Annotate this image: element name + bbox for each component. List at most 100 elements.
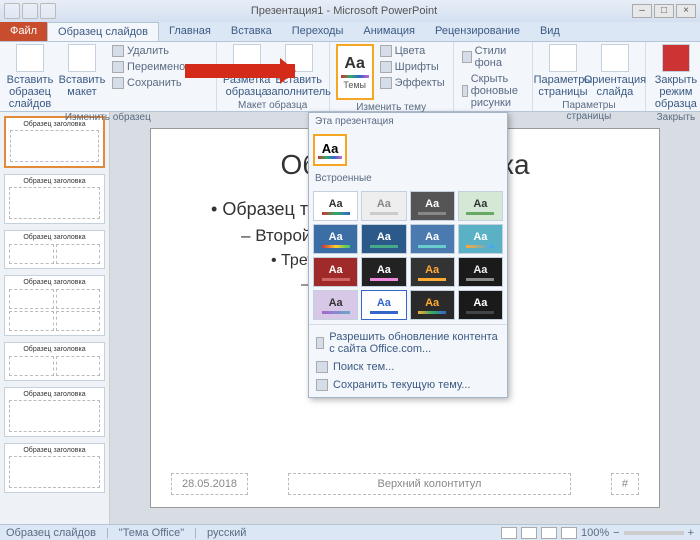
zoom-in-button[interactable]: + — [688, 527, 694, 539]
group-background: Стили фона Скрыть фоновые рисунки Фон — [454, 42, 533, 111]
page-setup-icon — [549, 44, 577, 72]
zoom-slider[interactable] — [624, 531, 684, 535]
delete-button[interactable]: Удалить — [110, 44, 210, 58]
theme-item[interactable]: Aa — [313, 257, 358, 287]
theme-item[interactable]: Aa — [361, 191, 406, 221]
hide-bg-graphics-checkbox[interactable]: Скрыть фоновые рисунки — [460, 72, 526, 110]
colors-button[interactable]: Цвета — [378, 44, 447, 58]
rename-icon — [112, 61, 124, 73]
enable-office-content-action[interactable]: Разрешить обновление контента с сайта Of… — [312, 328, 504, 358]
slide-orientation-button[interactable]: Ориентация слайда — [591, 44, 639, 98]
group-page-setup: Параметры страницы Ориентация слайда Пар… — [533, 42, 646, 111]
zoom-level[interactable]: 100% — [581, 527, 609, 539]
layout-thumbnail[interactable]: Образец заголовка — [4, 387, 105, 437]
save-theme-icon — [316, 379, 328, 391]
ribbon-tabs: Файл Образец слайдов Главная Вставка Пер… — [0, 22, 700, 42]
save-icon[interactable] — [4, 3, 20, 19]
reading-view-button[interactable] — [541, 527, 557, 539]
browse-themes-action[interactable]: Поиск тем... — [312, 358, 504, 376]
close-master-icon — [662, 44, 690, 72]
layout-icon — [68, 44, 96, 72]
status-view-mode: Образец слайдов — [6, 527, 96, 539]
theme-item[interactable]: Aa — [361, 257, 406, 287]
ribbon: Вставить образец слайдов Вставить макет … — [0, 42, 700, 112]
themes-button[interactable]: Aa Темы — [336, 44, 374, 100]
themes-grid: Aa Aa Aa Aa Aa Aa Aa Aa Aa Aa Aa Aa Aa A… — [309, 187, 507, 324]
tab-animation[interactable]: Анимация — [353, 22, 425, 41]
theme-item[interactable]: Aa — [410, 290, 455, 320]
colors-icon — [380, 45, 392, 57]
close-master-view-button[interactable]: Закрыть режим образца — [652, 44, 700, 110]
status-bar: Образец слайдов| "Тема Office"| русский … — [0, 524, 700, 540]
page-setup-button[interactable]: Параметры страницы — [539, 44, 587, 98]
theme-item[interactable]: Aa — [361, 290, 406, 320]
slide-number-placeholder[interactable]: # — [611, 473, 639, 495]
dropdown-section-current: Эта презентация — [309, 113, 507, 130]
office-icon — [316, 337, 324, 349]
fonts-button[interactable]: Шрифты — [378, 60, 447, 74]
dropdown-actions: Разрешить обновление контента с сайта Of… — [309, 324, 507, 397]
tab-transitions[interactable]: Переходы — [282, 22, 354, 41]
redo-icon[interactable] — [40, 3, 56, 19]
normal-view-button[interactable] — [501, 527, 517, 539]
theme-item[interactable]: Aa — [361, 224, 406, 254]
layout-thumbnail[interactable]: Образец заголовка — [4, 342, 105, 381]
layout-thumbnail[interactable]: Образец заголовка — [4, 275, 105, 336]
checkbox-icon — [462, 85, 468, 97]
preserve-button[interactable]: Сохранить — [110, 76, 210, 90]
layout-thumbnail[interactable]: Образец заголовка — [4, 443, 105, 493]
tab-home[interactable]: Главная — [159, 22, 221, 41]
theme-item[interactable]: Aa — [458, 257, 503, 287]
footer-placeholders: 28.05.2018 Верхний колонтитул # — [171, 473, 639, 495]
theme-item[interactable]: Aa — [458, 224, 503, 254]
themes-color-bar — [341, 75, 369, 78]
quick-access-toolbar — [4, 3, 56, 19]
window-title: Презентация1 - Microsoft PowerPoint — [56, 5, 632, 17]
theme-item[interactable]: Aa — [313, 290, 358, 320]
theme-item[interactable]: Aa — [410, 191, 455, 221]
sorter-view-button[interactable] — [521, 527, 537, 539]
slide-thumbnails-panel[interactable]: Образец заголовка Образец заголовка Обра… — [0, 112, 110, 524]
theme-item[interactable]: Aa — [410, 257, 455, 287]
group-edit-theme: Aa Темы Цвета Шрифты Эффекты Изменить те… — [330, 42, 454, 111]
theme-item[interactable]: Aa — [458, 290, 503, 320]
themes-aa-icon: Aa — [344, 55, 364, 73]
tab-view[interactable]: Вид — [530, 22, 570, 41]
maximize-button[interactable]: □ — [654, 4, 674, 18]
master-thumbnail[interactable]: Образец заголовка — [4, 116, 105, 168]
date-placeholder[interactable]: 28.05.2018 — [171, 473, 248, 495]
theme-item[interactable]: Aa — [313, 224, 358, 254]
insert-slide-master-button[interactable]: Вставить образец слайдов — [6, 44, 54, 110]
tab-review[interactable]: Рецензирование — [425, 22, 530, 41]
save-current-theme-action[interactable]: Сохранить текущую тему... — [312, 376, 504, 394]
tab-file[interactable]: Файл — [0, 22, 47, 41]
layout-thumbnail[interactable]: Образец заголовка — [4, 230, 105, 269]
browse-icon — [316, 361, 328, 373]
annotation-arrow — [185, 64, 295, 78]
dropdown-section-builtin: Встроенные — [309, 170, 507, 187]
close-button[interactable]: × — [676, 4, 696, 18]
slideshow-view-button[interactable] — [561, 527, 577, 539]
fonts-icon — [380, 61, 392, 73]
slide-master-icon — [16, 44, 44, 72]
orientation-icon — [601, 44, 629, 72]
status-theme: "Тема Office" — [119, 527, 184, 539]
undo-icon[interactable] — [22, 3, 38, 19]
theme-item[interactable]: Aa — [410, 224, 455, 254]
theme-current[interactable]: Aa — [313, 134, 347, 166]
footer-placeholder[interactable]: Верхний колонтитул — [288, 473, 571, 495]
tab-insert[interactable]: Вставка — [221, 22, 282, 41]
zoom-out-button[interactable]: − — [613, 527, 619, 539]
status-language[interactable]: русский — [207, 527, 246, 539]
tab-slide-master[interactable]: Образец слайдов — [47, 22, 159, 41]
preserve-icon — [112, 77, 124, 89]
theme-item[interactable]: Aa — [313, 191, 358, 221]
minimize-button[interactable]: – — [632, 4, 652, 18]
window-controls: – □ × — [632, 4, 696, 18]
insert-layout-button[interactable]: Вставить макет — [58, 44, 106, 110]
bg-styles-icon — [462, 51, 472, 63]
layout-thumbnail[interactable]: Образец заголовка — [4, 174, 105, 224]
effects-button[interactable]: Эффекты — [378, 76, 447, 90]
theme-item[interactable]: Aa — [458, 191, 503, 221]
background-styles-button[interactable]: Стили фона — [460, 44, 526, 70]
